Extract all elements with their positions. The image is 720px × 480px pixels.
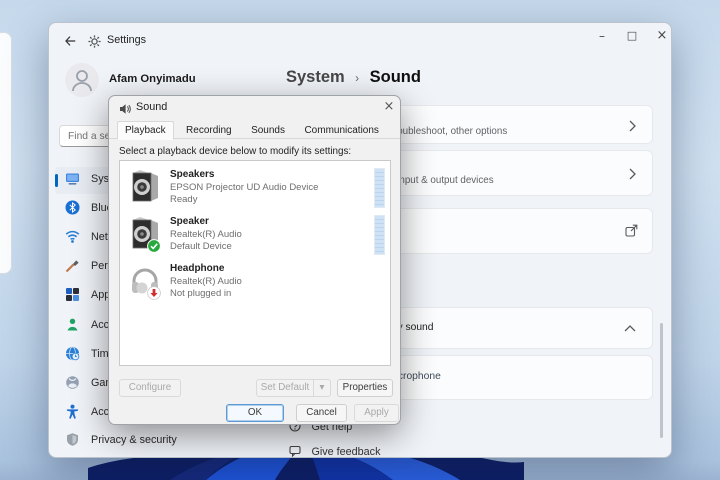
scrollbar[interactable] bbox=[660, 323, 663, 438]
chevron-up-icon bbox=[624, 325, 636, 332]
window-title: Settings bbox=[107, 34, 146, 46]
person-icon bbox=[65, 63, 99, 97]
accounts-icon bbox=[65, 317, 80, 337]
chevron-right-icon bbox=[629, 120, 636, 132]
user-name: Afam Onyimadu bbox=[109, 73, 196, 85]
back-button[interactable] bbox=[63, 34, 77, 53]
give-feedback-label: Give feedback bbox=[311, 446, 380, 458]
device-status: Default Device bbox=[170, 241, 242, 254]
avatar[interactable] bbox=[65, 63, 99, 97]
default-check-badge-icon bbox=[147, 239, 161, 258]
speaker-device-icon bbox=[128, 169, 162, 208]
maximize-button[interactable]: □ bbox=[619, 29, 645, 42]
page-title: Sound bbox=[370, 68, 421, 86]
feedback-icon bbox=[289, 445, 301, 457]
breadcrumb: System › Sound bbox=[286, 68, 421, 87]
system-icon bbox=[65, 171, 80, 191]
not-plugged-badge-icon bbox=[147, 286, 161, 305]
device-name: Speakers bbox=[170, 169, 318, 182]
settings-gear-icon bbox=[88, 35, 101, 53]
dialog-prompt: Select a playback device below to modify… bbox=[119, 146, 351, 157]
tab-playback[interactable]: Playback bbox=[117, 121, 174, 140]
volume-meter bbox=[374, 215, 385, 255]
sidebar-item-privacy[interactable]: Privacy & security bbox=[91, 434, 177, 446]
device-description: Realtek(R) Audio bbox=[170, 276, 242, 289]
cancel-button[interactable]: Cancel bbox=[296, 404, 347, 422]
device-status: Not plugged in bbox=[170, 288, 242, 301]
close-button[interactable]: × bbox=[649, 28, 672, 43]
device-row-speakers[interactable]: Speakers EPSON Projector UD Audio Device… bbox=[120, 164, 390, 210]
breadcrumb-separator-icon: › bbox=[355, 71, 359, 85]
network-icon bbox=[65, 229, 80, 249]
playback-device-list: Speakers EPSON Projector UD Audio Device… bbox=[119, 160, 391, 366]
apply-button[interactable]: Apply bbox=[354, 404, 399, 422]
tab-sounds[interactable]: Sounds bbox=[244, 123, 292, 139]
personalisation-icon bbox=[65, 258, 80, 278]
breadcrumb-parent[interactable]: System bbox=[286, 68, 345, 86]
volume-meter bbox=[374, 168, 385, 208]
gaming-icon bbox=[65, 375, 80, 395]
back-arrow-icon bbox=[63, 34, 77, 48]
chevron-right-icon bbox=[629, 168, 636, 180]
minimize-button[interactable]: – bbox=[589, 29, 615, 43]
device-description: Realtek(R) Audio bbox=[170, 229, 242, 242]
give-feedback-link[interactable]: Give feedback bbox=[289, 442, 380, 458]
time-language-icon bbox=[65, 346, 80, 366]
device-row-headphone[interactable]: Headphone Realtek(R) Audio Not plugged i… bbox=[120, 258, 390, 304]
background-window-sliver bbox=[0, 32, 12, 274]
device-status: Ready bbox=[170, 194, 318, 207]
tab-recording[interactable]: Recording bbox=[179, 123, 239, 139]
tab-strip: Playback Recording Sounds Communications bbox=[109, 120, 401, 139]
set-default-button[interactable]: Set Default bbox=[256, 379, 314, 397]
dialog-close-button[interactable]: × bbox=[381, 99, 397, 114]
device-description: EPSON Projector UD Audio Device bbox=[170, 182, 318, 195]
desktop: Settings – □ × Afam Onyimadu System › So… bbox=[0, 0, 720, 480]
speaker-icon bbox=[119, 102, 131, 120]
external-link-icon bbox=[625, 224, 638, 237]
device-name: Speaker bbox=[170, 216, 242, 229]
device-row-speaker[interactable]: Speaker Realtek(R) Audio Default Device bbox=[120, 211, 390, 257]
privacy-icon bbox=[65, 432, 80, 452]
apps-icon bbox=[65, 287, 80, 307]
dialog-title: Sound bbox=[136, 101, 167, 113]
device-name: Headphone bbox=[170, 263, 242, 276]
sound-dialog: Sound × Playback Recording Sounds Commun… bbox=[108, 95, 401, 425]
accessibility-icon bbox=[65, 404, 80, 424]
configure-button[interactable]: Configure bbox=[119, 379, 181, 397]
selected-indicator bbox=[55, 174, 58, 187]
bluetooth-icon bbox=[65, 200, 80, 220]
properties-button[interactable]: Properties bbox=[337, 379, 393, 397]
set-default-dropdown-button[interactable]: ▾ bbox=[313, 379, 331, 397]
tab-communications[interactable]: Communications bbox=[297, 123, 385, 139]
ok-button[interactable]: OK bbox=[226, 404, 284, 422]
